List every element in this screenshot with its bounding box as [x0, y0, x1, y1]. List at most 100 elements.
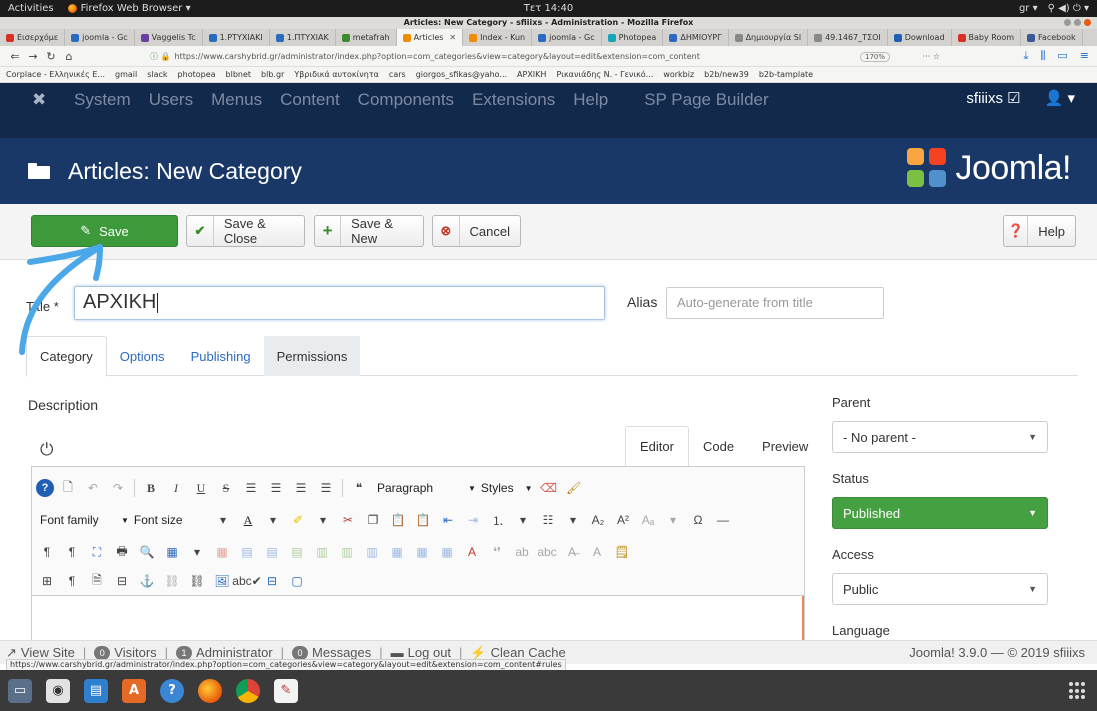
library-icon[interactable]: ⫼: [1040, 49, 1045, 63]
abbr-icon[interactable]: ab: [511, 541, 533, 563]
align-center-icon[interactable]: ☰: [265, 477, 287, 499]
paste-text-icon[interactable]: 📋: [412, 509, 434, 531]
subscript-icon[interactable]: A₂: [587, 509, 609, 531]
site-link[interactable]: sfiiixs ☑: [966, 89, 1020, 107]
save-close-button[interactable]: ✔ Save & Close: [186, 215, 305, 247]
paste-icon[interactable]: 📋: [387, 509, 409, 531]
editor-tab-preview[interactable]: Preview: [748, 426, 822, 466]
admin-menu-system[interactable]: System: [74, 90, 131, 110]
indent-icon[interactable]: ⇥: [462, 509, 484, 531]
visual-aid-icon[interactable]: ⊞: [36, 570, 58, 592]
numbered-list-icon[interactable]: ⒈: [487, 509, 509, 531]
toggle-editor-power-icon[interactable]: ⏻: [40, 440, 53, 460]
title-input[interactable]: ΑΡΧΙΚΗ: [74, 286, 605, 320]
browser-tab[interactable]: Facebook: [1021, 29, 1083, 46]
align-left-icon[interactable]: ☰: [240, 477, 262, 499]
code-sample-icon[interactable]: ▢: [286, 570, 308, 592]
help-app-icon[interactable]: ?: [160, 678, 184, 703]
bookmark-item[interactable]: Ρικανιάδης Ν. - Γενικό...: [556, 70, 653, 79]
table-col-delete-icon[interactable]: ▥: [361, 541, 383, 563]
help-button[interactable]: ❓ Help: [1003, 215, 1076, 247]
bookmark-item[interactable]: workbiz: [663, 70, 694, 79]
align-justify-icon[interactable]: ☰: [315, 477, 337, 499]
browser-tab[interactable]: 1.ΠΤΥΧΙΑΚ: [270, 29, 336, 46]
find-replace-icon[interactable]: 🔍: [136, 541, 158, 563]
horizontal-rule-icon[interactable]: —: [712, 509, 734, 531]
clear-format-icon[interactable]: Aₐ: [637, 509, 659, 531]
italic-icon[interactable]: I: [165, 477, 187, 499]
anchor-icon[interactable]: ⚓: [136, 570, 158, 592]
forward-arrow-icon[interactable]: →: [24, 50, 42, 63]
browser-tab[interactable]: Photopea: [602, 29, 664, 46]
menu-icon[interactable]: ≡: [1080, 49, 1089, 63]
insert-text-icon[interactable]: A: [586, 541, 608, 563]
cancel-button[interactable]: ⊗ Cancel: [432, 215, 521, 247]
table-props-icon[interactable]: ▦: [436, 541, 458, 563]
highlight-arrow-icon[interactable]: ▾: [312, 509, 334, 531]
bold-icon[interactable]: B: [140, 477, 162, 499]
browser-tab[interactable]: Vaggelis Tc: [135, 29, 203, 46]
administrator-link[interactable]: 1 Administrator: [176, 645, 273, 660]
align-right-icon[interactable]: ☰: [290, 477, 312, 499]
show-blocks-icon[interactable]: ¶: [61, 570, 83, 592]
writer-app-icon[interactable]: ▤: [84, 678, 108, 703]
brush-icon[interactable]: 🖌: [563, 477, 585, 499]
bookmark-item[interactable]: giorgos_sfikas@yaho...: [416, 70, 507, 79]
tab-category[interactable]: Category: [26, 336, 107, 377]
browser-tab[interactable]: joomla - Gc: [532, 29, 602, 46]
keyboard-layout-indicator[interactable]: gr ▾: [1019, 3, 1038, 14]
bookmark-item[interactable]: b2b-tamplate: [759, 70, 813, 79]
parent-select[interactable]: - No parent - ▼: [832, 421, 1048, 453]
close-window-icon[interactable]: [1084, 19, 1091, 26]
bookmark-item[interactable]: ΑΡΧΙΚΗ: [517, 70, 546, 79]
unlink-icon[interactable]: ⛓: [161, 570, 183, 592]
font-size-arrow-icon[interactable]: ▾: [212, 509, 234, 531]
table-icon[interactable]: ▦: [161, 541, 183, 563]
bookmark-item[interactable]: blbnet: [226, 70, 252, 79]
editor-tab-editor[interactable]: Editor: [625, 426, 689, 466]
messages-link[interactable]: 0 Messages: [292, 645, 371, 660]
browser-tab[interactable]: 1.PTYXIAKI: [203, 29, 270, 46]
styles-select-arrow[interactable]: ▼: [521, 477, 535, 499]
clear-format-arrow-icon[interactable]: ▾: [662, 509, 684, 531]
fullscreen-icon[interactable]: ⛶: [86, 541, 108, 563]
table-col-after-icon[interactable]: ▥: [336, 541, 358, 563]
browser-tab[interactable]: Index - Kun: [463, 29, 533, 46]
bookmark-item[interactable]: b2b/new39: [704, 70, 749, 79]
activities-button[interactable]: Activities: [8, 3, 54, 14]
editor-content-area[interactable]: [32, 595, 804, 642]
print-icon[interactable]: 🖶: [111, 541, 133, 563]
spellcheck-icon[interactable]: abc✔: [232, 570, 261, 592]
font-family-select[interactable]: Font family: [36, 509, 114, 531]
highlight-color-icon[interactable]: ✐: [287, 509, 309, 531]
joomla-logo-icon[interactable]: ✖: [32, 90, 52, 110]
url-text[interactable]: https://www.carshybrid.gr/administrator/…: [175, 52, 700, 61]
back-arrow-icon[interactable]: ⇐: [6, 50, 24, 63]
bookmark-item[interactable]: slack: [147, 70, 167, 79]
show-applications-icon[interactable]: [1069, 682, 1087, 700]
admin-menu-help[interactable]: Help: [573, 90, 608, 110]
table-row-after-icon[interactable]: ▤: [261, 541, 283, 563]
browser-tab[interactable]: metafrah: [336, 29, 397, 46]
window-controls[interactable]: [1064, 19, 1091, 26]
text-color-icon[interactable]: A: [237, 509, 259, 531]
bullet-list-arrow-icon[interactable]: ▾: [562, 509, 584, 531]
table-merge-icon[interactable]: ▦: [411, 541, 433, 563]
eraser-icon[interactable]: ⌫: [538, 477, 560, 499]
music-app-icon[interactable]: ◉: [46, 678, 70, 703]
bookmark-item[interactable]: gmail: [115, 70, 137, 79]
browser-tab[interactable]: joomla - Gc: [65, 29, 135, 46]
maximize-icon[interactable]: [1074, 19, 1081, 26]
styles-select[interactable]: ▼ Styles: [464, 477, 518, 499]
cut-icon[interactable]: ✂: [337, 509, 359, 531]
bookmark-item[interactable]: photopea: [178, 70, 216, 79]
user-menu-icon[interactable]: 👤 ▾: [1045, 89, 1075, 107]
attributes-icon[interactable]: 🗒: [611, 541, 633, 563]
redo-icon[interactable]: ↷: [107, 477, 129, 499]
rtl-icon[interactable]: ¶: [61, 541, 83, 563]
app-menu[interactable]: Firefox Web Browser ▾: [67, 3, 191, 14]
bookmark-item[interactable]: blb.gr: [261, 70, 284, 79]
tab-permissions[interactable]: Permissions: [263, 336, 361, 376]
table-row-delete-icon[interactable]: ▤: [286, 541, 308, 563]
tab-close-icon[interactable]: ✕: [449, 33, 456, 42]
